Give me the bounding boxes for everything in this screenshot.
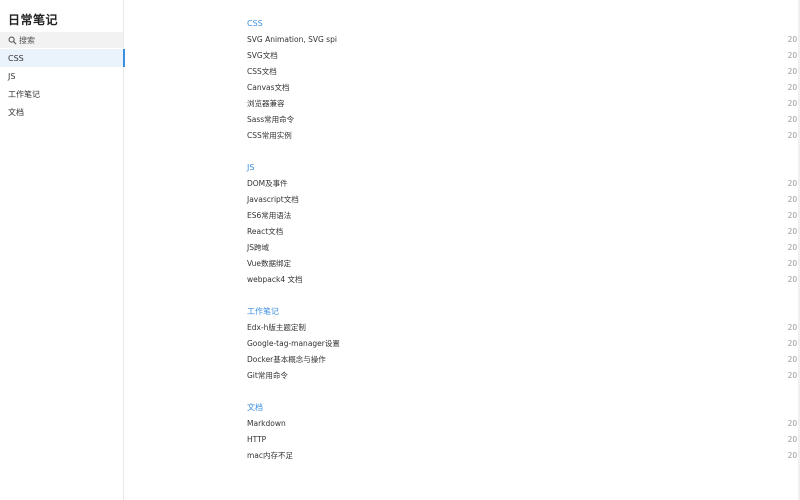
note-title: Edx-h版主题定制: [247, 322, 306, 332]
note-row[interactable]: Canvas文档2018-10: [247, 79, 800, 95]
note-title: Google-tag-manager设置: [247, 338, 340, 348]
section-title: JS: [247, 163, 255, 172]
sidebar: 日常笔记 搜索 CSS JS 工作笔记 文档: [0, 0, 125, 500]
note-row[interactable]: CSS文档2018-10: [247, 63, 800, 79]
note-title: HTTP: [247, 434, 267, 444]
section-title: CSS: [247, 19, 263, 28]
section-js: JS DOM及事件2018-10 Javascript文档2018-10 ES6…: [247, 161, 800, 287]
note-title: CSS文档: [247, 66, 277, 76]
app-title: 日常笔记: [8, 13, 59, 27]
main-content: CSS SVG Animation, SVG spi2018-10 SVG文档2…: [125, 0, 800, 500]
note-row[interactable]: Vue数据绑定2018-11: [247, 255, 800, 271]
note-title: mac内存不足: [247, 450, 294, 460]
note-row[interactable]: Google-tag-manager设置2018-08: [247, 335, 800, 351]
sidebar-item-work-notes[interactable]: 工作笔记: [0, 85, 124, 103]
note-title: CSS常用实例: [247, 130, 292, 140]
note-title: JS跨域: [247, 242, 269, 252]
section-title: 工作笔记: [247, 307, 279, 316]
note-title: Sass常用命令: [247, 114, 295, 124]
section-css: CSS SVG Animation, SVG spi2018-10 SVG文档2…: [247, 17, 800, 143]
note-row[interactable]: webpack4 文档2018-11: [247, 271, 800, 287]
note-row[interactable]: mac内存不足2018-11: [247, 447, 800, 463]
search-label: 搜索: [19, 35, 35, 45]
sidebar-item-label: JS: [8, 71, 16, 81]
sidebar-item-label: CSS: [8, 53, 24, 63]
note-title: Docker基本概念与操作: [247, 354, 326, 364]
note-row[interactable]: ES6常用语法2018-10: [247, 207, 800, 223]
section-work-notes: 工作笔记 Edx-h版主题定制2018-08 Google-tag-manage…: [247, 305, 800, 383]
note-title: DOM及事件: [247, 178, 288, 188]
note-row[interactable]: JS跨域2018-11: [247, 239, 800, 255]
note-title: webpack4 文档: [247, 274, 303, 284]
note-row[interactable]: Sass常用命令2018-11: [247, 111, 800, 127]
note-row[interactable]: React文档2018-10: [247, 223, 800, 239]
sidebar-nav: CSS JS 工作笔记 文档: [0, 49, 125, 121]
note-row[interactable]: Markdown2017-10: [247, 415, 800, 431]
note-title: SVG文档: [247, 50, 278, 60]
note-row[interactable]: DOM及事件2018-10: [247, 175, 800, 191]
section-title: 文档: [247, 403, 263, 412]
section-docs: 文档 Markdown2017-10 HTTP2018-10 mac内存不足20…: [247, 401, 800, 463]
note-row[interactable]: Edx-h版主题定制2018-08: [247, 319, 800, 335]
note-title: Vue数据绑定: [247, 258, 291, 268]
note-row[interactable]: Git常用命令2018-09: [247, 367, 800, 383]
note-row[interactable]: Javascript文档2018-10: [247, 191, 800, 207]
sidebar-item-js[interactable]: JS: [0, 67, 124, 85]
search-icon: [8, 36, 17, 44]
note-title: Javascript文档: [247, 194, 299, 204]
note-row[interactable]: 浏览器兼容2018-11: [247, 95, 800, 111]
note-title: Git常用命令: [247, 370, 288, 380]
sidebar-item-css[interactable]: CSS: [0, 49, 125, 67]
note-title: ES6常用语法: [247, 210, 292, 220]
search-button[interactable]: 搜索: [0, 32, 123, 48]
note-row[interactable]: SVG Animation, SVG spi2018-10: [247, 31, 800, 47]
note-row[interactable]: SVG文档2018-10: [247, 47, 800, 63]
note-row[interactable]: CSS常用实例2018-11: [247, 127, 800, 143]
note-title: Canvas文档: [247, 82, 290, 92]
sidebar-item-label: 工作笔记: [8, 89, 40, 99]
note-title: SVG Animation, SVG spi: [247, 34, 337, 44]
sidebar-item-docs[interactable]: 文档: [0, 103, 124, 121]
note-title: React文档: [247, 226, 284, 236]
note-title: 浏览器兼容: [247, 98, 285, 108]
note-row[interactable]: HTTP2018-10: [247, 431, 800, 447]
note-row[interactable]: Docker基本概念与操作2018-09: [247, 351, 800, 367]
note-title: Markdown: [247, 418, 286, 428]
sidebar-item-label: 文档: [8, 107, 24, 117]
